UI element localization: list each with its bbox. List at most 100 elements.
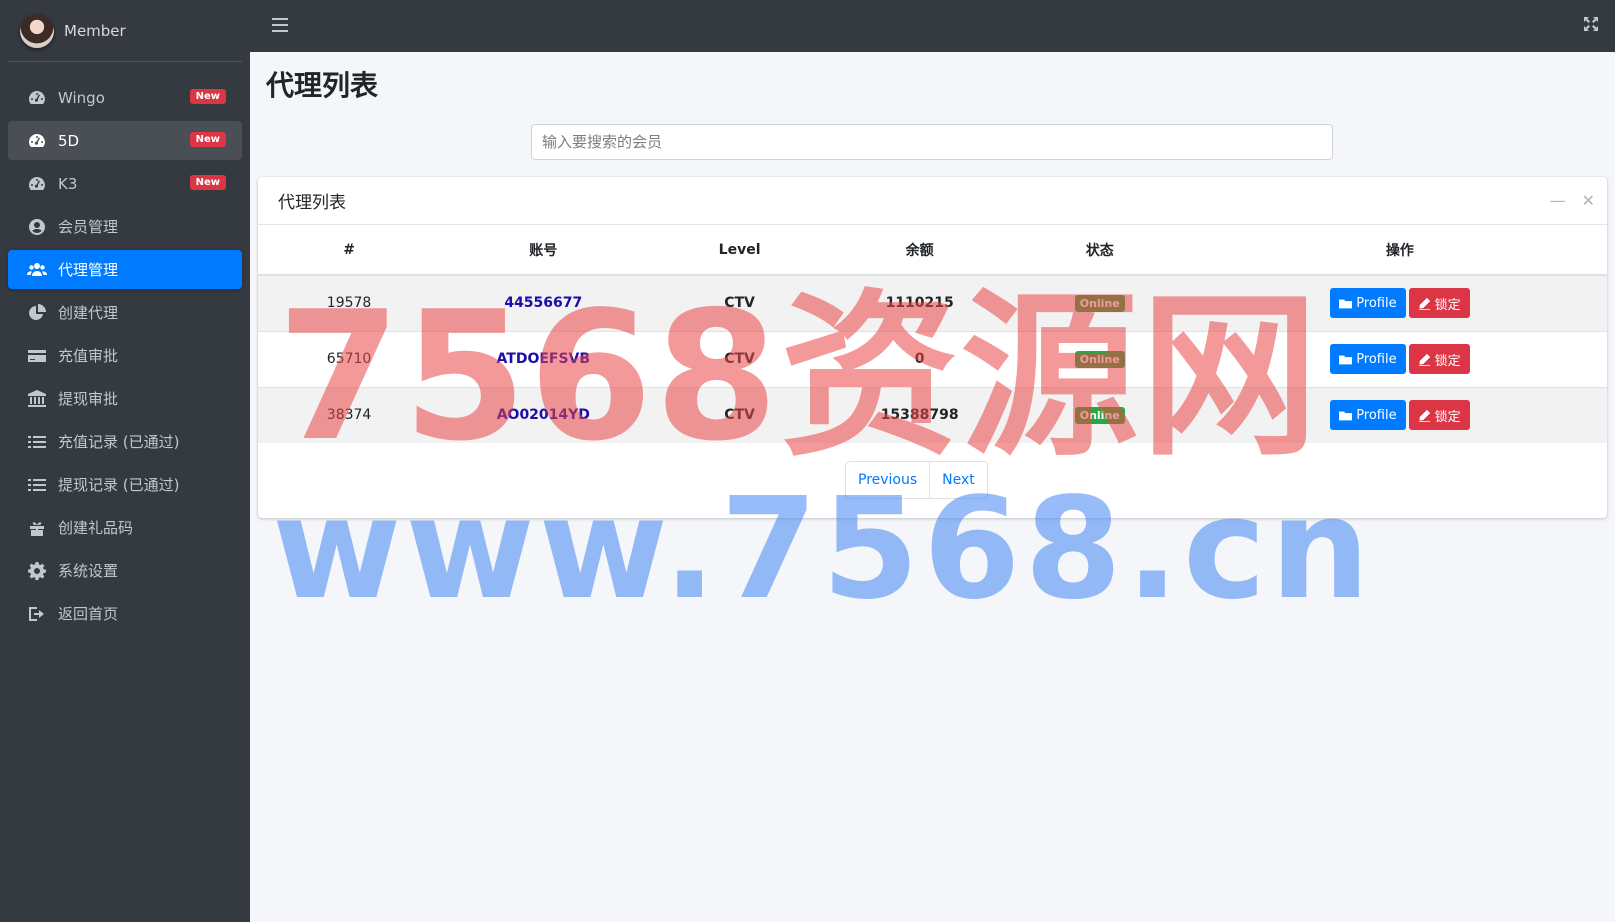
cell-balance: 1110215 <box>832 274 1007 331</box>
main-content: 代理列表 代理列表 — ✕ # 账号 Level 余额 状态 操作 <box>250 52 1615 922</box>
sidebar-item-label: 会员管理 <box>58 218 119 236</box>
lock-button[interactable]: 锁定 <box>1408 288 1470 319</box>
column-header-id: # <box>258 225 441 276</box>
lock-label: 锁定 <box>1434 297 1461 313</box>
user-circle-icon <box>26 217 48 237</box>
column-header-actions: 操作 <box>1192 225 1607 276</box>
status-badge: Online <box>1074 407 1125 425</box>
sidebar-item-label: 代理管理 <box>58 261 119 279</box>
sidebar-item-settings[interactable]: 系统设置 <box>8 551 242 590</box>
column-header-status: 状态 <box>1006 225 1193 276</box>
profile-label: Profile <box>1356 407 1397 423</box>
user-name: Member <box>64 21 126 40</box>
sidebar-item-withdraw-records[interactable]: 提现记录 (已通过) <box>8 465 242 504</box>
next-page-link[interactable]: Next <box>929 462 987 498</box>
sidebar-item-label: 创建代理 <box>58 304 119 322</box>
top-navbar <box>250 0 1615 52</box>
menu-toggle-icon[interactable] <box>272 16 288 37</box>
sidebar-item-label: 提现记录 (已通过) <box>58 476 180 494</box>
user-panel[interactable]: Member <box>8 0 242 62</box>
cell-level: CTV <box>646 386 833 443</box>
profile-button[interactable]: Profile <box>1330 288 1406 319</box>
users-icon <box>26 260 48 280</box>
previous-page-link[interactable]: Previous <box>846 462 929 498</box>
sidebar-item-gift-code[interactable]: 创建礼品码 <box>8 508 242 547</box>
sidebar-item-recharge-records[interactable]: 充值记录 (已通过) <box>8 422 242 461</box>
sidebar-item-k3[interactable]: K3 New <box>8 164 242 203</box>
sign-out-icon <box>26 604 48 624</box>
cell-level: CTV <box>646 274 833 331</box>
column-header-account: 账号 <box>440 225 647 276</box>
list-icon <box>26 432 48 452</box>
sidebar-item-label: 充值审批 <box>58 347 119 365</box>
sidebar-item-label: 5D <box>58 131 80 150</box>
sidebar-item-home[interactable]: 返回首页 <box>8 594 242 633</box>
collapse-icon[interactable]: — <box>1550 191 1566 210</box>
avatar <box>20 13 54 48</box>
lock-label: 锁定 <box>1434 353 1461 369</box>
gift-icon <box>26 518 48 538</box>
cell-balance: 15388798 <box>832 386 1007 443</box>
sidebar-item-wingo[interactable]: Wingo New <box>8 78 242 117</box>
dashboard-icon <box>26 88 48 108</box>
new-badge: New <box>189 175 226 190</box>
card-title: 代理列表 <box>278 193 346 213</box>
sidebar-item-members[interactable]: 会员管理 <box>8 207 242 246</box>
profile-label: Profile <box>1356 295 1397 311</box>
folder-icon <box>1339 354 1353 364</box>
sidebar-item-label: 充值记录 (已通过) <box>58 433 180 451</box>
sidebar-item-agents[interactable]: 代理管理 <box>8 250 242 289</box>
account-link[interactable]: ATDOEFSVB <box>497 351 591 367</box>
column-header-balance: 余额 <box>832 225 1007 276</box>
sidebar-item-withdraw-approval[interactable]: 提现审批 <box>8 379 242 418</box>
sidebar-item-label: 系统设置 <box>58 562 119 580</box>
lock-button[interactable]: 锁定 <box>1408 400 1470 431</box>
new-badge: New <box>189 89 226 104</box>
agent-list-card: 代理列表 — ✕ # 账号 Level 余额 状态 操作 19578 44556… <box>258 177 1607 518</box>
search-input[interactable] <box>531 124 1333 160</box>
status-badge: Online <box>1074 295 1125 313</box>
table-row: 19578 44556677 CTV 1110215 Online Profil… <box>258 274 1607 331</box>
table-row: 38374 AO02014YD CTV 15388798 Online Prof… <box>258 386 1607 443</box>
profile-button[interactable]: Profile <box>1330 344 1406 374</box>
lock-button[interactable]: 锁定 <box>1408 344 1470 374</box>
lock-label: 锁定 <box>1434 409 1461 425</box>
table-row: 65710 ATDOEFSVB CTV 0 Online Profile 锁定 <box>258 330 1607 387</box>
cell-id: 19578 <box>258 274 441 331</box>
sidebar-item-label: 返回首页 <box>58 605 119 623</box>
sidebar-item-5d[interactable]: 5D New <box>8 121 242 160</box>
folder-icon <box>1339 299 1353 309</box>
credit-card-icon <box>26 346 48 366</box>
sidebar-item-label: 创建礼品码 <box>58 519 134 537</box>
profile-label: Profile <box>1356 351 1397 367</box>
close-icon[interactable]: ✕ <box>1582 191 1595 210</box>
sidebar: Member Wingo New 5D New K3 New 会员管理 代理管理… <box>0 0 250 922</box>
gear-icon <box>26 561 48 581</box>
card-header: 代理列表 — ✕ <box>258 177 1607 225</box>
page-title: 代理列表 <box>266 69 379 102</box>
table-header-row: # 账号 Level 余额 状态 操作 <box>258 225 1607 276</box>
dashboard-icon <box>26 174 48 194</box>
dashboard-icon <box>26 131 48 151</box>
agent-table: # 账号 Level 余额 状态 操作 19578 44556677 CTV 1… <box>258 225 1607 443</box>
pencil-icon <box>1418 409 1430 422</box>
card-tools: — ✕ <box>1550 191 1595 210</box>
sidebar-item-create-agent[interactable]: 创建代理 <box>8 293 242 332</box>
cell-id: 65710 <box>258 330 441 387</box>
pencil-icon <box>1418 297 1430 310</box>
sidebar-item-label: 提现审批 <box>58 390 119 408</box>
profile-button[interactable]: Profile <box>1330 400 1406 431</box>
cell-level: CTV <box>646 330 833 387</box>
pagination: Previous Next <box>845 461 988 499</box>
fullscreen-icon[interactable] <box>1583 16 1599 37</box>
list-icon <box>26 475 48 495</box>
account-link[interactable]: 44556677 <box>504 295 582 311</box>
sidebar-item-label: K3 <box>58 174 78 193</box>
sidebar-item-recharge-approval[interactable]: 充值审批 <box>8 336 242 375</box>
account-link[interactable]: AO02014YD <box>497 407 590 423</box>
cell-balance: 0 <box>832 330 1007 387</box>
pie-chart-icon <box>26 303 48 323</box>
sidebar-item-label: Wingo <box>58 88 105 107</box>
status-badge: Online <box>1074 351 1125 368</box>
folder-icon <box>1339 411 1353 421</box>
